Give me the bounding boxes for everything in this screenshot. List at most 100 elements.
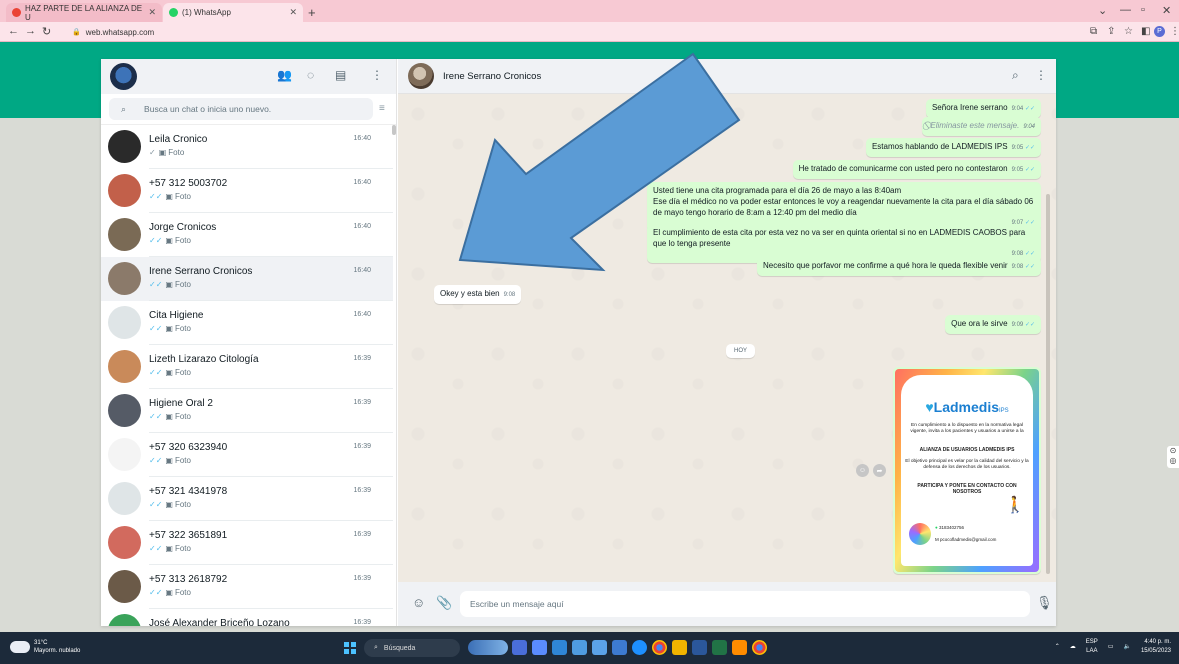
react-emoji-icon[interactable]: ☺ — [856, 464, 869, 477]
weather-widget[interactable]: 31°C Mayorm. nublado — [10, 639, 80, 655]
chat-list-item[interactable]: Higiene Oral 2 ✓✓ ▣ Foto 16:39 — [101, 389, 393, 433]
gmail-icon: M — [935, 537, 939, 542]
clock[interactable]: 4:40 p. m. 15/05/2023 — [1141, 638, 1171, 656]
chat-app-icon[interactable] — [532, 640, 547, 655]
widget-banner-icon[interactable] — [468, 640, 508, 655]
network-icon[interactable]: ▭ — [1108, 643, 1114, 652]
close-tab-icon[interactable]: ✕ — [289, 7, 297, 18]
chat-list-item[interactable]: +57 313 2618792 ✓✓ ▣ Foto 16:39 — [101, 565, 393, 609]
message-input[interactable]: Escribe un mensaje aquí — [460, 591, 1030, 617]
message-bubble-deleted[interactable]: ⃠ Eliminaste este mensaje.9:04 — [922, 117, 1041, 136]
bookmark-star-icon[interactable]: ☆ — [1124, 26, 1133, 37]
reload-icon[interactable]: ↻ — [42, 25, 51, 38]
new-tab-button[interactable]: + — [308, 5, 316, 20]
file-explorer-icon[interactable] — [672, 640, 687, 655]
chat-list-item[interactable]: Lizeth Lizarazo Citología ✓✓ ▣ Foto 16:39 — [101, 345, 393, 389]
chat-list-scrollbar[interactable] — [392, 125, 396, 135]
new-chat-icon[interactable]: ▤ — [335, 68, 346, 82]
chat-list-item[interactable]: +57 321 4341978 ✓✓ ▣ Foto 16:39 — [101, 477, 393, 521]
language-indicator[interactable]: ESP LAA — [1086, 638, 1098, 656]
chat-list-item[interactable]: +57 320 6323940 ✓✓ ▣ Foto 16:39 — [101, 433, 393, 477]
back-icon[interactable]: ← — [8, 25, 19, 37]
message-bubble-out[interactable]: Señora Irene serrano 9:04 ✓✓ — [925, 99, 1041, 118]
excel-icon[interactable] — [712, 640, 727, 655]
profile-avatar[interactable]: P — [1154, 26, 1165, 37]
sidepanel-icon[interactable]: ◧ — [1141, 26, 1150, 37]
message-bubble-out[interactable]: Que ora le sirve 9:09 ✓✓ — [945, 315, 1041, 334]
message-bubble-in[interactable]: Okey y esta bien 9:08 — [434, 285, 522, 304]
store-icon[interactable] — [612, 640, 627, 655]
conversation-scrollbar[interactable] — [1046, 194, 1050, 574]
message-bubble-out[interactable]: He tratado de comunicarme con usted pero… — [792, 160, 1041, 179]
menu-kebab-icon[interactable]: ⋮ — [1035, 68, 1047, 82]
search-icon: ⌕ — [121, 103, 127, 114]
browser-tab-whatsapp[interactable]: (1) WhatsApp ✕ — [163, 3, 303, 22]
chevron-up-icon[interactable]: ⌃ — [1055, 643, 1060, 652]
minimize-icon[interactable]: — — [1120, 4, 1131, 16]
person-illustration: 🚶 — [1005, 497, 1025, 514]
task-view-icon[interactable] — [512, 640, 527, 655]
maximize-icon[interactable]: ▫ — [1141, 4, 1145, 16]
chat-list-item[interactable]: +57 312 5003702 ✓✓ ▣ Foto 16:40 — [101, 169, 393, 213]
tab-search-icon[interactable]: ⌄ — [1098, 4, 1107, 17]
install-icon[interactable]: ⧉ — [1090, 26, 1097, 37]
chat-preview: ✓✓ ▣ Foto — [149, 324, 191, 333]
search-icon[interactable]: ⌕ — [1012, 68, 1019, 83]
menu-kebab-icon[interactable]: ⋮ — [1170, 26, 1179, 37]
chat-preview-text: Foto — [174, 368, 191, 377]
close-window-icon[interactable]: ✕ — [1162, 4, 1171, 17]
share-icon[interactable]: ⇪ — [1107, 26, 1115, 37]
forward-icon[interactable]: → — [25, 25, 36, 37]
chat-name: Lizeth Lizarazo Citología — [149, 354, 259, 365]
app-icon[interactable] — [732, 640, 747, 655]
contact-avatar[interactable] — [408, 63, 434, 89]
chat-list-item[interactable]: Cita Higiene ✓✓ ▣ Foto 16:40 — [101, 301, 393, 345]
chat-name: Leila Cronico — [149, 134, 208, 145]
chat-list-item[interactable]: José Alexander Briceño Lozano 16:39 — [101, 609, 393, 626]
browser-tab-alianza[interactable]: HAZ PARTE DE LA ALIANZA DE U ✕ — [6, 3, 162, 22]
search-input[interactable]: ⌕ Busca un chat o inicia uno nuevo. — [109, 98, 373, 120]
chat-preview-text: Foto — [174, 588, 191, 597]
floating-side-widget[interactable]: ⊙ ◎ — [1167, 446, 1179, 468]
microphone-icon[interactable]: 🎙 — [1036, 595, 1053, 611]
onedrive-icon[interactable]: ☁ — [1070, 643, 1076, 652]
status-icon[interactable]: ◌ — [307, 68, 314, 82]
communities-icon[interactable]: 👥 — [277, 68, 292, 82]
chrome-profile-icon[interactable] — [752, 640, 767, 655]
calculator-icon[interactable] — [592, 640, 607, 655]
poster-title: ALIANZA DE USUARIOS LADMEDIS IPS — [919, 447, 1015, 453]
volume-icon[interactable]: 🔈 — [1123, 643, 1130, 652]
photo-icon: ▣ — [165, 280, 173, 289]
poster-card: ♥LadmedisIPS En cumplimiento a lo dispue… — [901, 375, 1033, 566]
taskbar-search[interactable]: ⌕ Búsqueda — [364, 639, 460, 657]
compose-bar: ☺ 📎 Escribe un mensaje aquí 🎙 — [398, 582, 1056, 626]
edge-icon[interactable] — [632, 640, 647, 655]
mail-icon[interactable] — [552, 640, 567, 655]
emoji-icon[interactable]: ☺ — [412, 595, 425, 610]
chat-list-item[interactable]: Jorge Cronicos ✓✓ ▣ Foto 16:40 — [101, 213, 393, 257]
message-bubble-out[interactable]: Estamos hablando de LADMEDIS IPS 9:05 ✓✓ — [865, 138, 1041, 157]
forward-icon[interactable]: ➦ — [873, 464, 886, 477]
photo-icon: ▣ — [165, 412, 173, 421]
chat-name: +57 312 5003702 — [149, 178, 228, 189]
filter-icon[interactable]: ≡ — [379, 103, 385, 114]
chat-time: 16:39 — [353, 399, 371, 406]
my-profile-avatar[interactable] — [110, 63, 137, 90]
browser-tab-bar: HAZ PARTE DE LA ALIANZA DE U ✕ (1) Whats… — [0, 0, 1179, 22]
chat-list-item[interactable]: +57 322 3651891 ✓✓ ▣ Foto 16:39 — [101, 521, 393, 565]
attach-icon[interactable]: 📎 — [436, 595, 452, 611]
chat-preview-text: Foto — [174, 500, 191, 509]
message-bubble-out[interactable]: Necesito que porfavor me confirme a qué … — [756, 257, 1041, 276]
photos-icon[interactable] — [572, 640, 587, 655]
windows-start-icon[interactable] — [344, 642, 356, 654]
image-message[interactable]: ♥LadmedisIPS En cumplimiento a lo dispue… — [893, 367, 1041, 574]
menu-kebab-icon[interactable]: ⋮ — [371, 68, 383, 82]
close-tab-icon[interactable]: ✕ — [148, 7, 156, 18]
poster-phone: ● 3183402756 — [935, 525, 965, 530]
url-field[interactable]: 🔒 web.whatsapp.com — [66, 24, 1066, 40]
chrome-icon[interactable] — [652, 640, 667, 655]
chat-list-item[interactable]: Leila Cronico ✓ ▣ Foto 16:40 — [101, 125, 393, 169]
read-receipt-icon: ✓✓ — [149, 192, 163, 201]
word-icon[interactable] — [692, 640, 707, 655]
chat-list-item[interactable]: Irene Serrano Cronicos ✓✓ ▣ Foto 16:40 — [101, 257, 393, 301]
